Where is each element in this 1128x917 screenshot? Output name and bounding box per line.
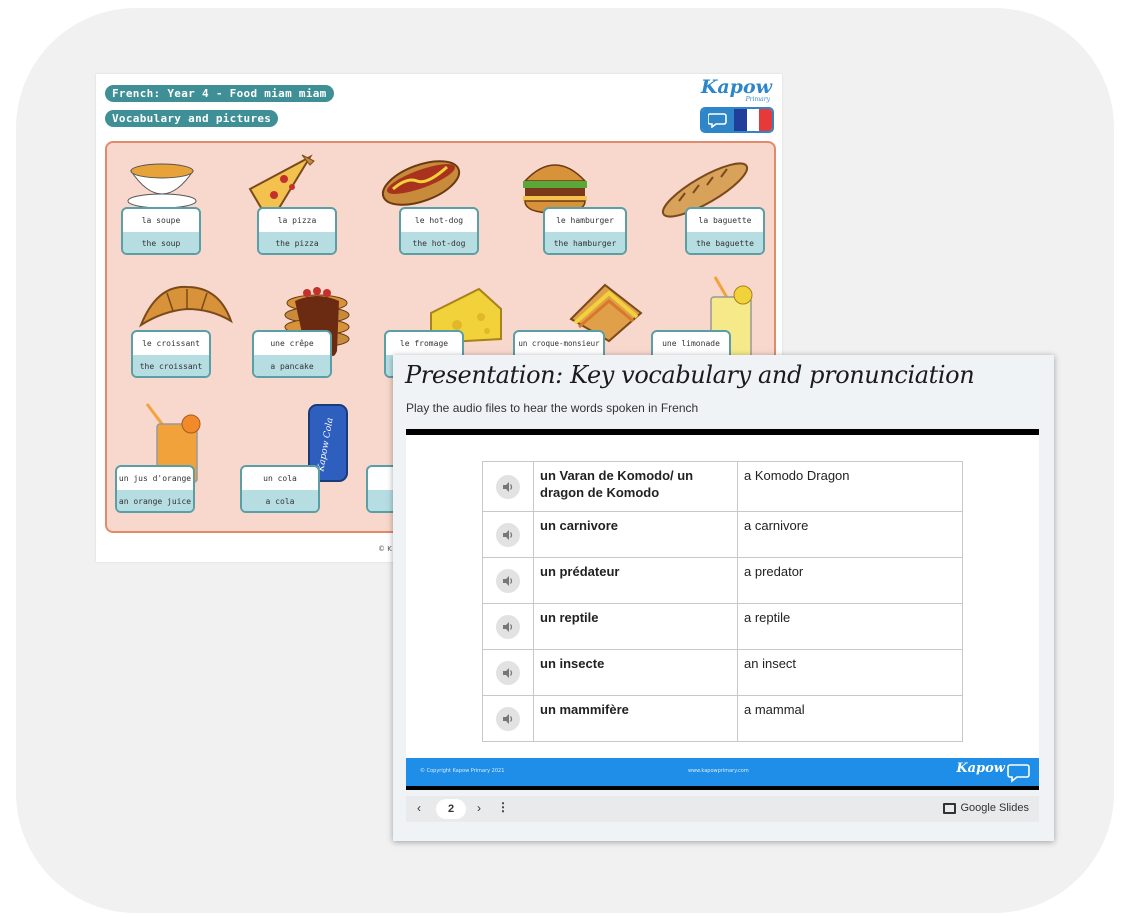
google-slides-label: Google Slides <box>960 802 1030 814</box>
page-subtitle: Play the audio files to hear the words s… <box>406 401 699 415</box>
english-word-cell: a reptile <box>737 603 963 650</box>
google-slides-link[interactable]: Google Slides <box>942 802 1030 814</box>
slide-viewer: un Varan de Komodo/ un dragon de Komodo a… <box>406 429 1039 790</box>
french-flag-icon <box>734 109 747 131</box>
french-word-cell: un mammifère <box>533 695 738 742</box>
speaker-icon <box>503 713 513 724</box>
vocab-card: un jus d'orange an orange juice <box>115 465 195 513</box>
vocab-card: la soupe the soup <box>121 207 201 255</box>
table-row: un carnivore a carnivore <box>482 511 963 558</box>
table-row: un prédateur a predator <box>482 557 963 604</box>
audio-play-button[interactable] <box>496 614 520 639</box>
english-word-cell: a mammal <box>737 695 963 742</box>
hot-dog-icon <box>381 160 461 206</box>
vocab-card: la pizza the pizza <box>257 207 337 255</box>
english-word-cell: a predator <box>737 557 963 604</box>
speech-bubble-icon <box>702 109 734 131</box>
speaker-icon <box>503 575 513 586</box>
table-row: un insecte an insect <box>482 649 963 696</box>
french-word-cell: un reptile <box>533 603 738 650</box>
speaker-icon <box>503 481 513 492</box>
copyright-text: © Copyright Kapow Primary 2021 <box>420 768 505 774</box>
worksheet-title: French: Year 4 - Food miam miam <box>105 85 334 102</box>
french-word-cell: un prédateur <box>533 557 738 604</box>
previous-slide-button[interactable]: ‹ <box>417 801 421 815</box>
vocab-card: un cola a cola <box>240 465 320 513</box>
vocab-card: la baguette the baguette <box>685 207 765 255</box>
speaker-icon <box>503 529 513 540</box>
audio-play-button[interactable] <box>496 522 520 547</box>
audio-play-button[interactable] <box>496 474 520 499</box>
page-number[interactable]: 2 <box>436 799 466 819</box>
vocabulary-table: un Varan de Komodo/ un dragon de Komodo a… <box>482 461 963 742</box>
audio-play-button[interactable] <box>496 706 520 731</box>
worksheet-subtitle: Vocabulary and pictures <box>105 110 279 127</box>
page-title: Presentation: Key vocabulary and pronunc… <box>405 361 975 389</box>
audio-play-button[interactable] <box>496 660 520 685</box>
more-options-button[interactable]: ⋮ <box>497 800 509 814</box>
language-toggle-button[interactable] <box>700 107 774 133</box>
audio-play-button[interactable] <box>496 568 520 593</box>
french-word-cell: un carnivore <box>533 511 738 558</box>
table-row: un Varan de Komodo/ un dragon de Komodo a… <box>482 461 963 512</box>
speaker-icon <box>503 667 513 678</box>
english-word-cell: a carnivore <box>737 511 963 558</box>
table-row: un mammifère a mammal <box>482 695 963 742</box>
slide-controls: ‹ 2 › ⋮ Google Slides <box>406 796 1039 822</box>
table-row: un reptile a reptile <box>482 603 963 650</box>
kapow-logo-sub: Primary <box>745 96 770 103</box>
french-word-cell: un insecte <box>533 649 738 696</box>
english-word-cell: an insect <box>737 649 963 696</box>
next-slide-button[interactable]: › <box>477 801 481 815</box>
french-word-cell: un Varan de Komodo/ un dragon de Komodo <box>533 461 738 512</box>
croissant-icon <box>138 285 233 328</box>
kapow-logo: Kapow <box>700 76 772 98</box>
website-link[interactable]: www.kapowprimary.com <box>688 768 749 774</box>
slide-footer: © Copyright Kapow Primary 2021 www.kapow… <box>406 758 1039 786</box>
google-slides-icon <box>942 802 956 814</box>
vocab-card: une crêpe a pancake <box>252 330 332 378</box>
speech-bubble-icon <box>1007 764 1030 783</box>
vocab-card: le hot-dog the hot-dog <box>399 207 479 255</box>
worksheet-footer: © K <box>378 545 392 553</box>
english-word-cell: a Komodo Dragon <box>737 461 963 512</box>
speaker-icon <box>503 621 513 632</box>
vocab-card: le croissant the croissant <box>131 330 211 378</box>
presentation-window: Presentation: Key vocabulary and pronunc… <box>393 355 1054 841</box>
soup-bowl-icon <box>127 163 197 209</box>
vocab-card: le hamburger the hamburger <box>543 207 627 255</box>
kapow-logo: Kapow <box>956 761 1005 776</box>
